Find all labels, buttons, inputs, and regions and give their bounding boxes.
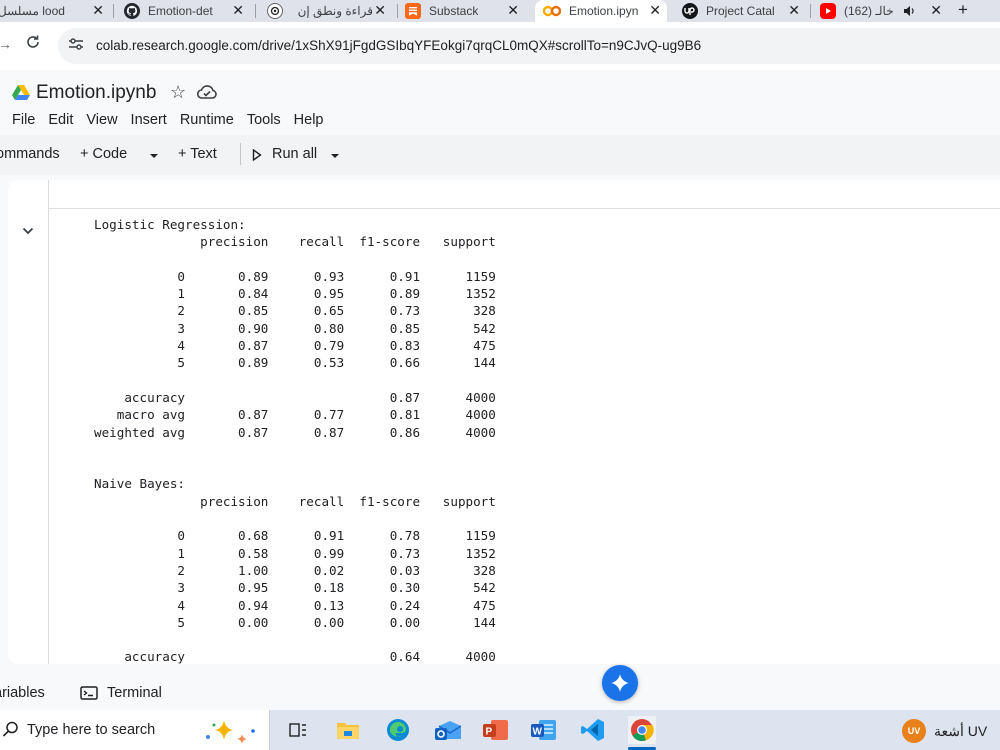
tab-label: مسلسل lood — [0, 4, 65, 18]
github-icon — [124, 3, 140, 19]
tab-label: Project Catal — [706, 4, 774, 18]
star-icon[interactable]: ☆ — [170, 82, 186, 103]
google-drive-icon[interactable] — [12, 84, 30, 105]
add-text-button[interactable]: + Text — [178, 146, 217, 162]
screen: مسلسل lood ✕ Emotion-det ✕ قراءة ونطق إن… — [0, 0, 1000, 750]
svg-text:P: P — [486, 727, 493, 738]
upwork-icon — [682, 3, 698, 19]
commands-button[interactable]: ommands — [0, 146, 60, 162]
sparkle-icon — [611, 674, 629, 692]
tab-separator — [810, 4, 811, 18]
toolbar-separator — [240, 143, 241, 165]
reload-icon[interactable] — [25, 34, 41, 55]
notebook-toolbar: ommands + Code + Text Run all — [0, 135, 1000, 175]
tab-label: Emotion.ipyn — [569, 4, 639, 18]
colab-icon — [543, 3, 561, 19]
tab-separator — [397, 4, 398, 18]
svg-text:W: W — [533, 727, 543, 738]
tab-arabic-reading[interactable]: قراءة ونطق إن ✕ — [267, 0, 392, 22]
cell-divider — [48, 208, 1000, 209]
browser-tab-strip: مسلسل lood ✕ Emotion-det ✕ قراءة ونطق إن… — [0, 0, 1000, 22]
tab-substack[interactable]: Substack ✕ — [405, 0, 525, 22]
tab-separator — [113, 4, 114, 18]
run-all-dropdown-icon[interactable] — [330, 148, 340, 164]
menu-insert[interactable]: Insert — [131, 112, 167, 132]
word-icon[interactable]: W — [530, 716, 558, 744]
file-explorer-icon[interactable] — [334, 716, 362, 744]
site-settings-icon[interactable] — [68, 37, 84, 54]
new-tab-button[interactable]: + — [958, 0, 968, 20]
task-view-icon[interactable] — [284, 716, 312, 744]
gemini-button[interactable] — [602, 665, 638, 701]
search-icon — [2, 720, 20, 743]
code-cell[interactable]: Logistic Regression: precision recall f1… — [8, 180, 1000, 664]
outlook-icon[interactable] — [434, 716, 462, 744]
tab-label: Emotion-det — [148, 4, 213, 18]
chevron-down-icon[interactable] — [22, 222, 34, 238]
close-icon[interactable]: ✕ — [507, 2, 519, 19]
variables-button[interactable]: ariables — [0, 685, 45, 701]
tab-label: Substack — [429, 4, 479, 18]
menu-runtime[interactable]: Runtime — [180, 112, 234, 132]
run-all-button[interactable]: Run all — [272, 146, 317, 162]
copilot-sparkle-icon[interactable] — [200, 717, 264, 750]
address-bar-row: → colab.research.google.com/drive/1xShX9… — [0, 22, 1000, 70]
edge-icon[interactable] — [384, 716, 412, 744]
terminal-icon[interactable] — [80, 686, 98, 704]
menu-bar: File Edit View Insert Runtime Tools Help — [12, 112, 337, 132]
add-code-button[interactable]: + Code — [80, 146, 127, 162]
code-dropdown-icon[interactable] — [149, 148, 159, 164]
cell-gutter — [48, 180, 49, 664]
forward-icon[interactable]: → — [0, 36, 12, 52]
tab-label: قراءة ونطق إن — [297, 4, 373, 18]
tab-youtube[interactable]: (162) خالـ ✕ — [820, 0, 948, 22]
weather-widget[interactable]: UV أشعة UV — [902, 719, 987, 743]
powerpoint-icon[interactable]: P — [482, 716, 510, 744]
play-icon[interactable] — [252, 148, 262, 165]
weather-text: أشعة UV — [934, 722, 988, 739]
close-icon[interactable]: ✕ — [374, 2, 386, 19]
close-icon[interactable]: ✕ — [930, 2, 942, 19]
vscode-icon[interactable] — [579, 716, 607, 744]
youtube-icon — [820, 3, 836, 19]
tab-emotion-detection[interactable]: Emotion-det ✕ — [124, 0, 250, 22]
chatgpt-icon — [267, 3, 283, 19]
uv-badge: UV — [902, 719, 926, 743]
menu-help[interactable]: Help — [294, 112, 324, 132]
search-placeholder[interactable]: Type here to search — [27, 722, 155, 738]
omnibox[interactable]: colab.research.google.com/drive/1xShX91j… — [58, 28, 1000, 64]
chrome-icon[interactable] — [628, 716, 656, 744]
menu-view[interactable]: View — [86, 112, 117, 132]
tab-project-catalog[interactable]: Project Catal ✕ — [682, 0, 806, 22]
close-icon[interactable]: ✕ — [649, 2, 661, 19]
menu-edit[interactable]: Edit — [48, 112, 73, 132]
close-icon[interactable]: ✕ — [92, 2, 104, 19]
tab-separator — [255, 4, 256, 18]
bottom-panel-bar: ariables Terminal — [0, 678, 1000, 710]
taskbar: Type here to search P W UV أشعة UV — [0, 710, 1000, 750]
url-text[interactable]: colab.research.google.com/drive/1xShX91j… — [96, 38, 701, 53]
close-icon[interactable]: ✕ — [232, 2, 244, 19]
substack-icon — [405, 3, 421, 19]
menu-tools[interactable]: Tools — [247, 112, 281, 132]
colab-app: Emotion.ipynb ☆ File Edit View Insert Ru… — [0, 70, 1000, 678]
terminal-button[interactable]: Terminal — [107, 685, 162, 701]
taskbar-search-box[interactable]: Type here to search — [0, 710, 270, 750]
close-icon[interactable]: ✕ — [788, 2, 800, 19]
cell-output: Logistic Regression: precision recall f1… — [94, 217, 496, 664]
notebook-title[interactable]: Emotion.ipynb — [36, 82, 156, 104]
speaker-icon[interactable] — [902, 4, 916, 21]
tab-emotion-ipynb[interactable]: Emotion.ipyn ✕ — [535, 0, 667, 22]
cloud-saved-icon[interactable] — [196, 84, 217, 105]
menu-file[interactable]: File — [12, 112, 35, 132]
tab-label: (162) خالـ — [844, 4, 894, 18]
tab-musalsal[interactable]: مسلسل lood ✕ — [0, 0, 110, 22]
